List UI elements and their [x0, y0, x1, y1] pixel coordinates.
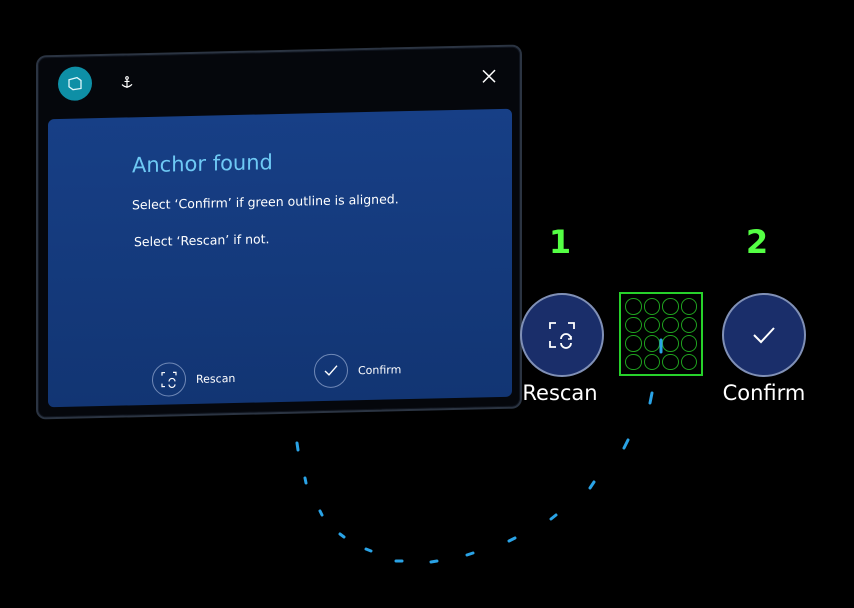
- progress-tick: [622, 438, 630, 450]
- progress-tick: [648, 391, 654, 405]
- progress-tick: [318, 509, 324, 517]
- marker-grid-dot: [643, 335, 660, 352]
- marker-grid-dot: [680, 298, 697, 315]
- rescan-large-button[interactable]: [520, 293, 604, 377]
- checkmark-icon: [753, 327, 775, 344]
- checkmark-icon: [324, 365, 338, 376]
- marker-grid-dot: [625, 335, 642, 352]
- progress-tick: [295, 441, 300, 452]
- marker-grid-dot: [643, 353, 660, 370]
- progress-tick: [588, 480, 596, 490]
- progress-tick: [429, 559, 439, 564]
- panel-tab-button[interactable]: [58, 66, 92, 102]
- confirm-large-button[interactable]: [722, 293, 806, 377]
- marker-grid-dot: [643, 298, 660, 315]
- anchor-button[interactable]: [112, 67, 142, 98]
- marker-grid-dot: [625, 316, 642, 333]
- close-button[interactable]: [476, 63, 502, 90]
- marker-grid-dot: [662, 298, 679, 315]
- dialog-content: Anchor found Select ‘Confirm’ if green o…: [48, 108, 512, 408]
- close-icon: [482, 69, 496, 83]
- rescan-button-circle: [152, 362, 186, 397]
- marker-grid-dot: [625, 353, 642, 370]
- progress-tick: [364, 547, 373, 553]
- dialog-title: Anchor found: [132, 150, 273, 178]
- anchor-dialog: Anchor found Select ‘Confirm’ if green o…: [36, 44, 522, 420]
- progress-tick: [465, 551, 475, 557]
- step-number-2: 2: [745, 223, 769, 261]
- confirm-button-label: Confirm: [358, 362, 402, 377]
- marker-grid-dot: [680, 316, 697, 333]
- instruction-confirm: Select ‘Confirm’ if green outline is ali…: [132, 191, 399, 213]
- anchor-icon: [121, 76, 133, 88]
- progress-tick: [549, 513, 558, 521]
- marker-grid: [619, 292, 703, 376]
- progress-tick: [338, 532, 346, 539]
- marker-grid-dot: [662, 335, 679, 352]
- confirm-button-circle: [314, 353, 348, 389]
- rescan-icon: [549, 322, 575, 349]
- rescan-icon: [161, 371, 177, 388]
- progress-tick: [303, 476, 308, 485]
- rescan-button[interactable]: Rescan: [152, 361, 235, 397]
- marker-grid-dot: [662, 316, 679, 333]
- confirm-large-label: Confirm: [722, 381, 806, 405]
- marker-grid-dot: [662, 353, 679, 370]
- stage: Anchor found Select ‘Confirm’ if green o…: [0, 0, 854, 608]
- marker-grid-dot: [625, 298, 642, 315]
- confirm-button[interactable]: Confirm: [314, 352, 402, 389]
- marker-grid-dot: [680, 335, 697, 352]
- panel-tab-icon: [68, 76, 82, 91]
- progress-tick: [507, 536, 517, 543]
- rescan-button-label: Rescan: [196, 371, 236, 386]
- marker-grid-dot: [643, 316, 660, 333]
- instruction-rescan: Select ‘Rescan’ if not.: [134, 231, 270, 250]
- rescan-large-label: Rescan: [522, 381, 598, 405]
- marker-grid-dot: [680, 353, 697, 370]
- step-number-1: 1: [548, 223, 572, 261]
